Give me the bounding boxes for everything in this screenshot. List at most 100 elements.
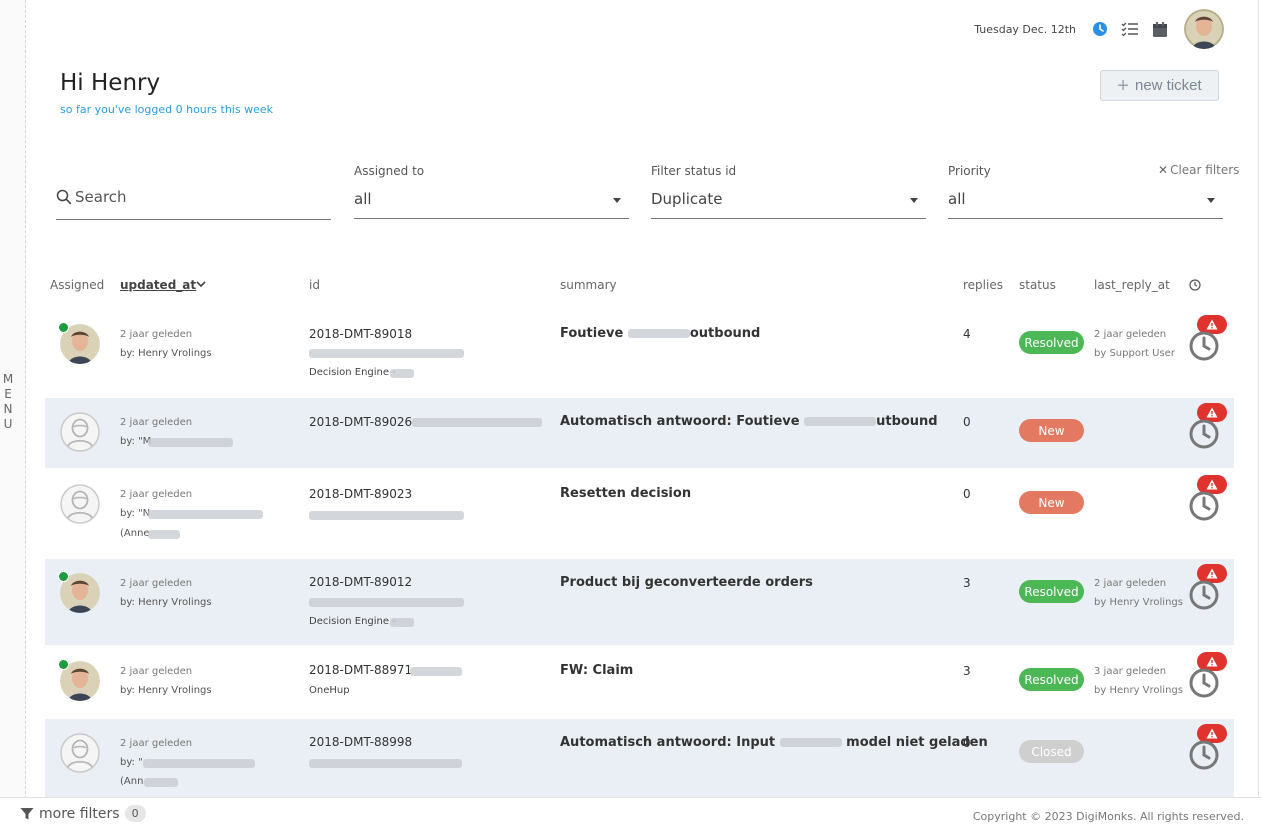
ticket-category: Decision Engine - (309, 616, 396, 627)
updated-by: by: " (120, 757, 143, 768)
header-updated-at[interactable]: updated_at (120, 278, 196, 292)
ticket-summary[interactable]: Automatisch antwoord: Foutieve utbound (560, 414, 938, 429)
last-reply-at: 3 jaar geleden (1094, 666, 1167, 677)
placeholder-avatar (60, 733, 100, 773)
table-row[interactable]: 2 jaar geleden by: Henry Vrolings 2018-D… (45, 647, 1234, 717)
search-field[interactable] (56, 180, 331, 220)
status-filter-value: Duplicate (651, 190, 723, 208)
last-reply-at: 2 jaar geleden (1094, 329, 1167, 340)
clear-filters-label: Clear filters (1170, 163, 1240, 177)
calendar-icon[interactable] (1150, 19, 1170, 39)
tasks-icon[interactable] (1120, 19, 1140, 39)
search-input[interactable] (75, 188, 315, 206)
header-status[interactable]: status (1019, 278, 1056, 292)
ticket-category: OneHup (309, 685, 350, 696)
timer-clock-icon[interactable] (1188, 490, 1220, 522)
header-id[interactable]: id (309, 278, 320, 292)
user-avatar[interactable] (1184, 9, 1224, 49)
redacted-text (148, 530, 180, 539)
table-row[interactable]: 2 jaar geleden by: " (Ann 2018-DMT-88998… (45, 719, 1234, 797)
header-summary[interactable]: summary (560, 278, 617, 292)
chevron-down-icon[interactable] (196, 280, 206, 288)
last-reply-by: by Henry Vrolings (1094, 685, 1183, 696)
assigned-filter[interactable]: Assigned to all (354, 162, 629, 219)
timer-clock-icon[interactable] (1188, 418, 1220, 450)
ticket-summary[interactable]: Foutieve outbound (560, 326, 760, 341)
redacted-text (309, 349, 464, 358)
redacted-text (144, 778, 178, 787)
redacted-text (779, 738, 842, 747)
menu-label[interactable]: MENU (2, 372, 16, 432)
filter-count-badge: 0 (124, 805, 146, 822)
replies-count: 3 (963, 576, 971, 590)
replies-count: 0 (963, 487, 971, 501)
ticket-id[interactable]: 2018-DMT-89023 (309, 487, 412, 501)
ticket-summary[interactable]: Automatisch antwoord: Input model niet g… (560, 735, 988, 750)
table-row[interactable]: 2 jaar geleden by: "N (Anne 2018-DMT-890… (45, 470, 1234, 558)
redacted-text (627, 329, 690, 338)
last-reply-by: by Support User (1094, 348, 1175, 359)
updated-at: 2 jaar geleden (120, 738, 193, 749)
ticket-id[interactable]: 2018-DMT-89018 (309, 327, 412, 341)
assigned-filter-value: all (354, 190, 372, 208)
close-icon: ✕ (1158, 163, 1169, 177)
ticket-id[interactable]: 2018-DMT-89026 (309, 415, 412, 429)
chevron-down-icon (613, 198, 621, 203)
redacted-text (390, 369, 414, 378)
placeholder-avatar (60, 412, 100, 452)
greeting-title: Hi Henry (60, 70, 161, 96)
new-ticket-button[interactable]: + new ticket (1100, 70, 1219, 101)
updated-by-org: (Ann (120, 776, 144, 787)
table-row[interactable]: 2 jaar geleden by: Henry Vrolings 2018-D… (45, 559, 1234, 645)
placeholder-avatar (60, 484, 100, 524)
updated-by: by: Henry Vrolings (120, 348, 212, 359)
ticket-id[interactable]: 2018-DMT-88971 (309, 663, 412, 677)
clock-icon[interactable] (1090, 19, 1110, 39)
replies-count: 0 (963, 736, 971, 750)
ticket-summary[interactable]: FW: Claim (560, 663, 633, 678)
updated-at: 2 jaar geleden (120, 666, 193, 677)
timer-clock-icon[interactable] (1188, 667, 1220, 699)
updated-by-org: (Anne (120, 528, 150, 539)
timer-clock-icon[interactable] (1188, 739, 1220, 771)
timer-clock-icon[interactable] (1188, 330, 1220, 362)
right-edge (1258, 0, 1262, 834)
chevron-down-icon (910, 198, 918, 203)
chevron-down-icon (1207, 198, 1215, 203)
timer-clock-icon[interactable] (1188, 579, 1220, 611)
header-last-reply-at[interactable]: last_reply_at (1094, 278, 1170, 292)
updated-at: 2 jaar geleden (120, 489, 193, 500)
status-badge: Closed (1019, 740, 1084, 763)
status-filter[interactable]: Filter status id Duplicate (651, 162, 926, 219)
plus-icon: + (1117, 74, 1129, 97)
ticket-summary[interactable]: Resetten decision (560, 486, 691, 501)
online-indicator (58, 322, 69, 333)
last-reply-at: 2 jaar geleden (1094, 578, 1167, 589)
menu-rail[interactable]: MENU (0, 0, 26, 834)
redacted-text (148, 438, 233, 447)
ticket-summary[interactable]: Product bij geconverteerde orders (560, 575, 813, 590)
table-row[interactable]: 2 jaar geleden by: "M 2018-DMT-89026 Aut… (45, 398, 1234, 468)
status-badge: New (1019, 491, 1084, 514)
ticket-id[interactable]: 2018-DMT-88998 (309, 735, 412, 749)
status-badge: Resolved (1019, 331, 1084, 354)
updated-by: by: Henry Vrolings (120, 685, 212, 696)
search-icon (56, 189, 72, 205)
ticket-id[interactable]: 2018-DMT-89012 (309, 575, 412, 589)
status-badge: New (1019, 419, 1084, 442)
copyright-text: Copyright © 2023 DigiMonks. All rights r… (972, 810, 1244, 823)
clear-filters-button[interactable]: ✕ Clear filters (1158, 163, 1239, 177)
status-badge: Resolved (1019, 668, 1084, 691)
online-indicator (58, 659, 69, 670)
redacted-text (410, 667, 462, 676)
redacted-text (148, 510, 263, 519)
replies-count: 0 (963, 415, 971, 429)
header-assigned[interactable]: Assigned (50, 278, 104, 292)
status-badge: Resolved (1019, 580, 1084, 603)
more-filters-button[interactable]: more filters 0 (20, 805, 146, 822)
more-filters-label: more filters (39, 805, 120, 822)
summary-text: Foutieve (560, 326, 624, 341)
table-row[interactable]: 2 jaar geleden by: Henry Vrolings 2018-D… (45, 310, 1234, 386)
header-replies[interactable]: replies (963, 278, 1003, 292)
updated-at: 2 jaar geleden (120, 329, 193, 340)
